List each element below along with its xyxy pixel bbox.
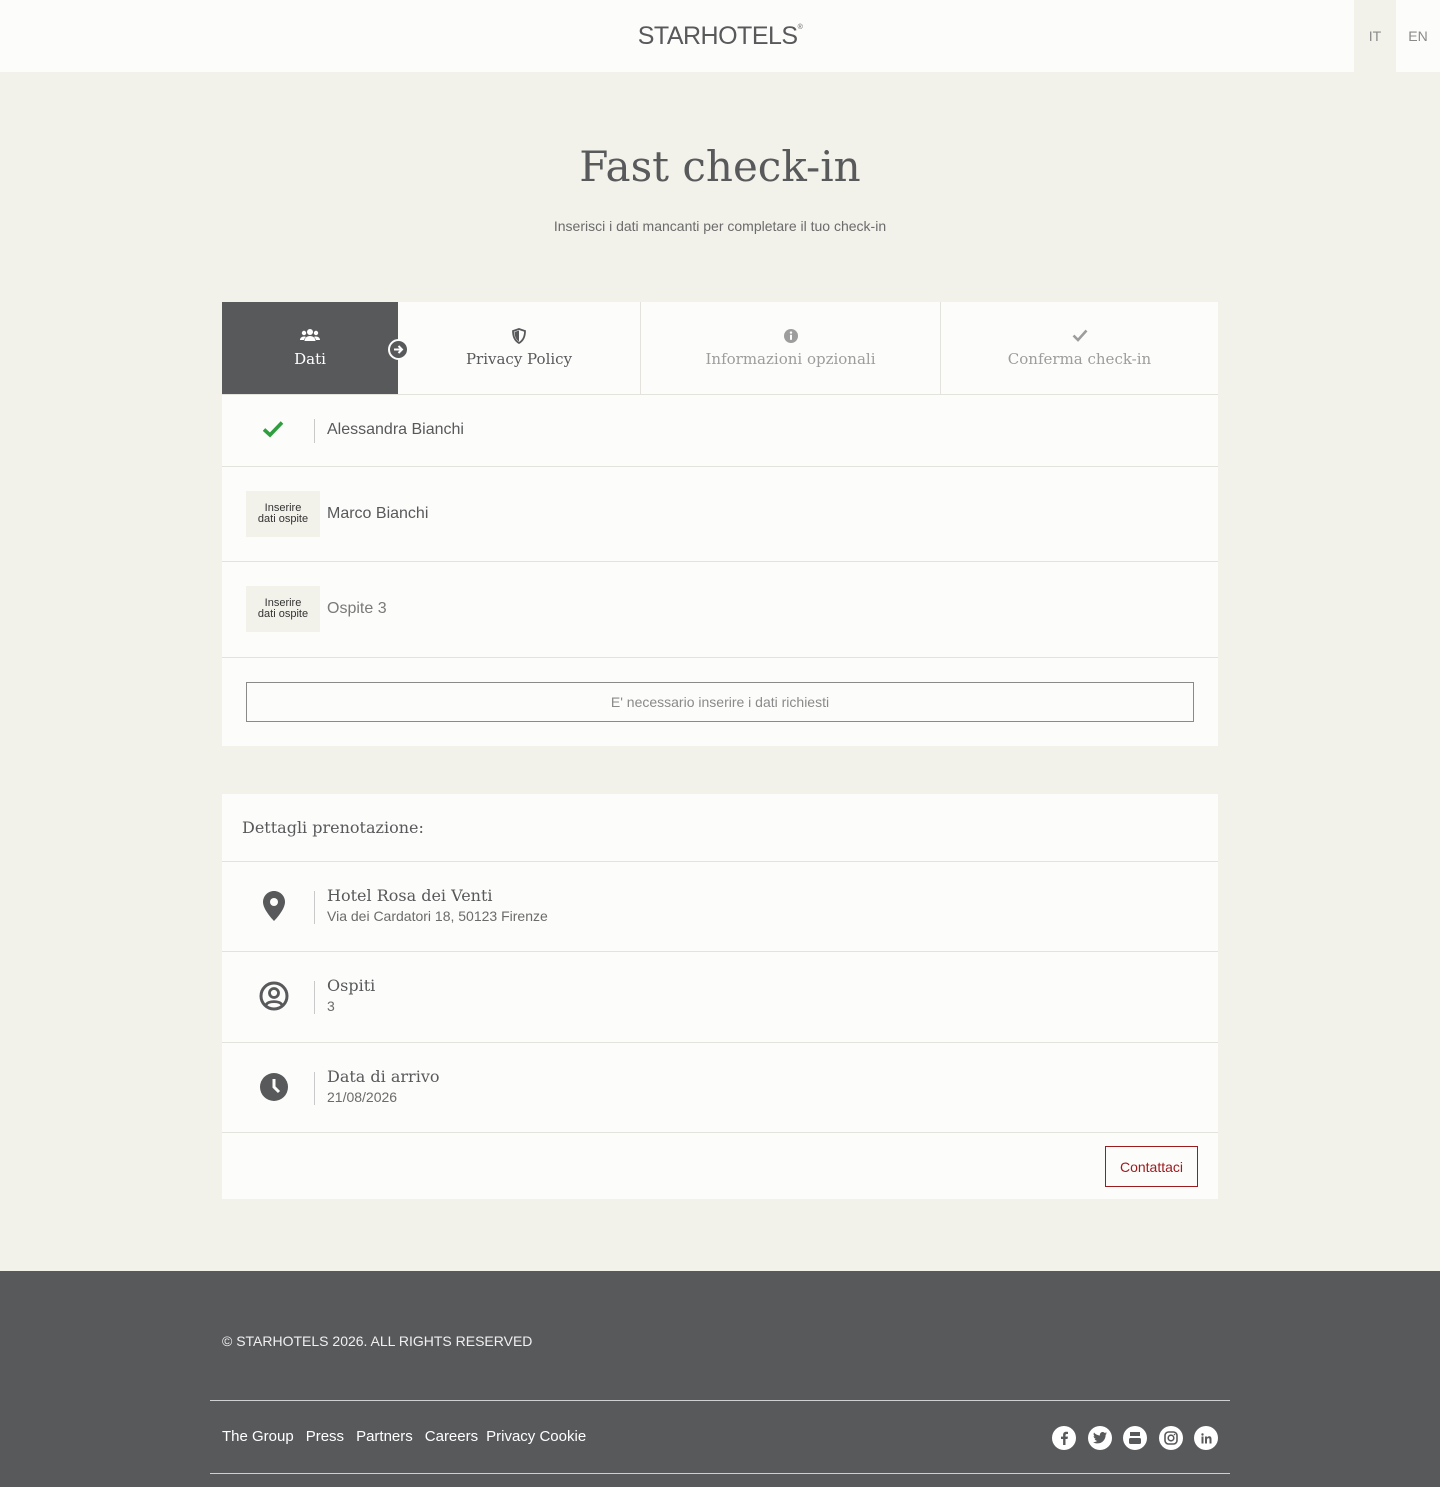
step-label: Informazioni opzionali [705,350,876,368]
divider [314,981,315,1014]
guest-name: Alessandra Bianchi [327,421,464,438]
footer-link-press[interactable]: Press [306,1428,344,1445]
footer-links: The Group Press Partners Careers Privacy… [222,1428,598,1445]
booking-details-title: Dettagli prenotazione: [242,818,424,837]
guest-name: Ospite 3 [327,600,387,617]
step-confirm[interactable]: Conferma check-in [941,302,1218,394]
footer-link-partners[interactable]: Partners [356,1428,413,1445]
badge-line: dati ospite [257,513,309,525]
arrival-row: Data di arrivo 21/08/2026 [222,1042,1218,1133]
language-en[interactable]: EN [1396,0,1440,72]
info-icon [641,328,940,344]
social-links [1052,1426,1230,1450]
step-label: Privacy Policy [465,350,573,368]
booking-details: Dettagli prenotazione: Hotel Rosa dei Ve… [222,794,1218,1199]
instagram-icon[interactable] [1158,1426,1183,1450]
divider [314,891,315,924]
step-label: Dati [294,350,326,368]
users-icon [222,328,398,344]
step-privacy-policy[interactable]: Privacy Policy [398,302,641,394]
hotel-address: Via dei Cardatori 18, 50123 Firenze [327,908,548,924]
shield-icon [398,328,640,344]
linkedin-icon[interactable] [1194,1426,1218,1450]
step-label: Conferma check-in [1007,350,1152,368]
divider [314,419,315,443]
arrow-right-icon [388,339,409,360]
guest-row[interactable]: Inserire dati ospite Marco Bianchi [222,467,1218,562]
hotel-row: Hotel Rosa dei Venti Via dei Cardatori 1… [222,861,1218,951]
top-bar: STARHOTELS® IT EN [0,0,1440,72]
divider [210,1400,1230,1401]
clock-icon [258,1071,290,1103]
divider [314,1072,315,1105]
check-icon [262,420,284,443]
page-subtitle: Inserisci i dati mancanti per completare… [553,218,887,234]
footer-link-the-group[interactable]: The Group [222,1428,294,1445]
arrival-label: Data di arrivo [327,1067,440,1086]
footer-link-privacy-cookie[interactable]: Privacy Cookie [486,1428,586,1445]
guests-row: Ospiti 3 [222,951,1218,1042]
copyright: © STARHOTELS 2026. ALL RIGHTS RESERVED [222,1333,533,1349]
guest-row[interactable]: Alessandra Bianchi [222,395,1218,467]
guests-count: 3 [327,998,335,1014]
guests-label: Ospiti [327,976,376,995]
facebook-icon[interactable] [1052,1426,1076,1450]
divider [210,1473,1230,1474]
footer: © STARHOTELS 2026. ALL RIGHTS RESERVED T… [0,1271,1440,1487]
map-pin-icon [258,890,290,922]
hotel-name: Hotel Rosa dei Venti [327,886,493,905]
language-it[interactable]: IT [1354,0,1396,72]
guest-row[interactable]: Inserire dati ospite Ospite 3 [222,562,1218,658]
checkin-steps: Dati Privacy Policy Informazioni opziona… [222,302,1218,395]
enter-guest-data-button[interactable]: Inserire dati ospite [246,491,320,537]
footer-link-careers[interactable]: Careers [425,1428,478,1445]
check-icon [941,328,1218,344]
starhotels-logo[interactable]: STARHOTELS® [0,22,1440,51]
twitter-icon[interactable] [1087,1426,1112,1450]
step-optional-info[interactable]: Informazioni opzionali [641,302,941,394]
arrival-date: 21/08/2026 [327,1089,398,1105]
enter-guest-data-button[interactable]: Inserire dati ospite [246,586,320,632]
guest-name: Marco Bianchi [327,505,429,522]
step-dati[interactable]: Dati [222,302,398,394]
submit-button[interactable]: E' necessario inserire i dati richiesti [246,682,1194,722]
badge-line: dati ospite [257,608,309,620]
guest-list: Alessandra Bianchi Inserire dati ospite … [222,395,1218,746]
youtube-icon[interactable] [1123,1426,1147,1450]
page-title: Fast check-in [579,142,861,191]
user-circle-icon [258,980,290,1012]
contact-button[interactable]: Contattaci [1105,1146,1198,1187]
